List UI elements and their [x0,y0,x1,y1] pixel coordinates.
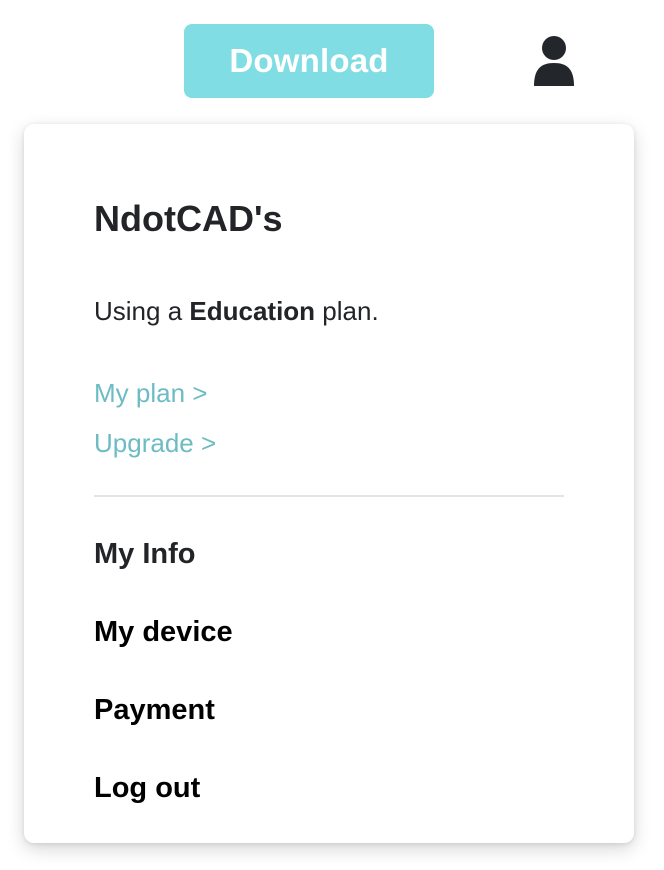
plan-prefix: Using a [94,296,190,326]
my-info-menu-item[interactable]: My Info [94,536,196,572]
menu-divider [94,495,564,497]
log-out-menu-item[interactable]: Log out [94,770,200,806]
upgrade-link[interactable]: Upgrade > [94,426,216,460]
account-name: NdotCAD's [94,198,283,239]
profile-menu-button[interactable] [530,34,578,88]
download-button[interactable]: Download [184,24,434,98]
my-plan-link[interactable]: My plan > [94,376,207,410]
page: Download NdotCAD's Using a Education pla… [0,0,664,870]
plan-description: Using a Education plan. [94,294,379,328]
plan-name: Education [189,296,316,326]
user-icon [534,36,574,86]
payment-menu-item[interactable]: Payment [94,692,215,728]
account-dropdown: NdotCAD's Using a Education plan. My pla… [24,124,634,843]
my-device-menu-item[interactable]: My device [94,614,233,650]
plan-suffix: plan. [315,296,379,326]
